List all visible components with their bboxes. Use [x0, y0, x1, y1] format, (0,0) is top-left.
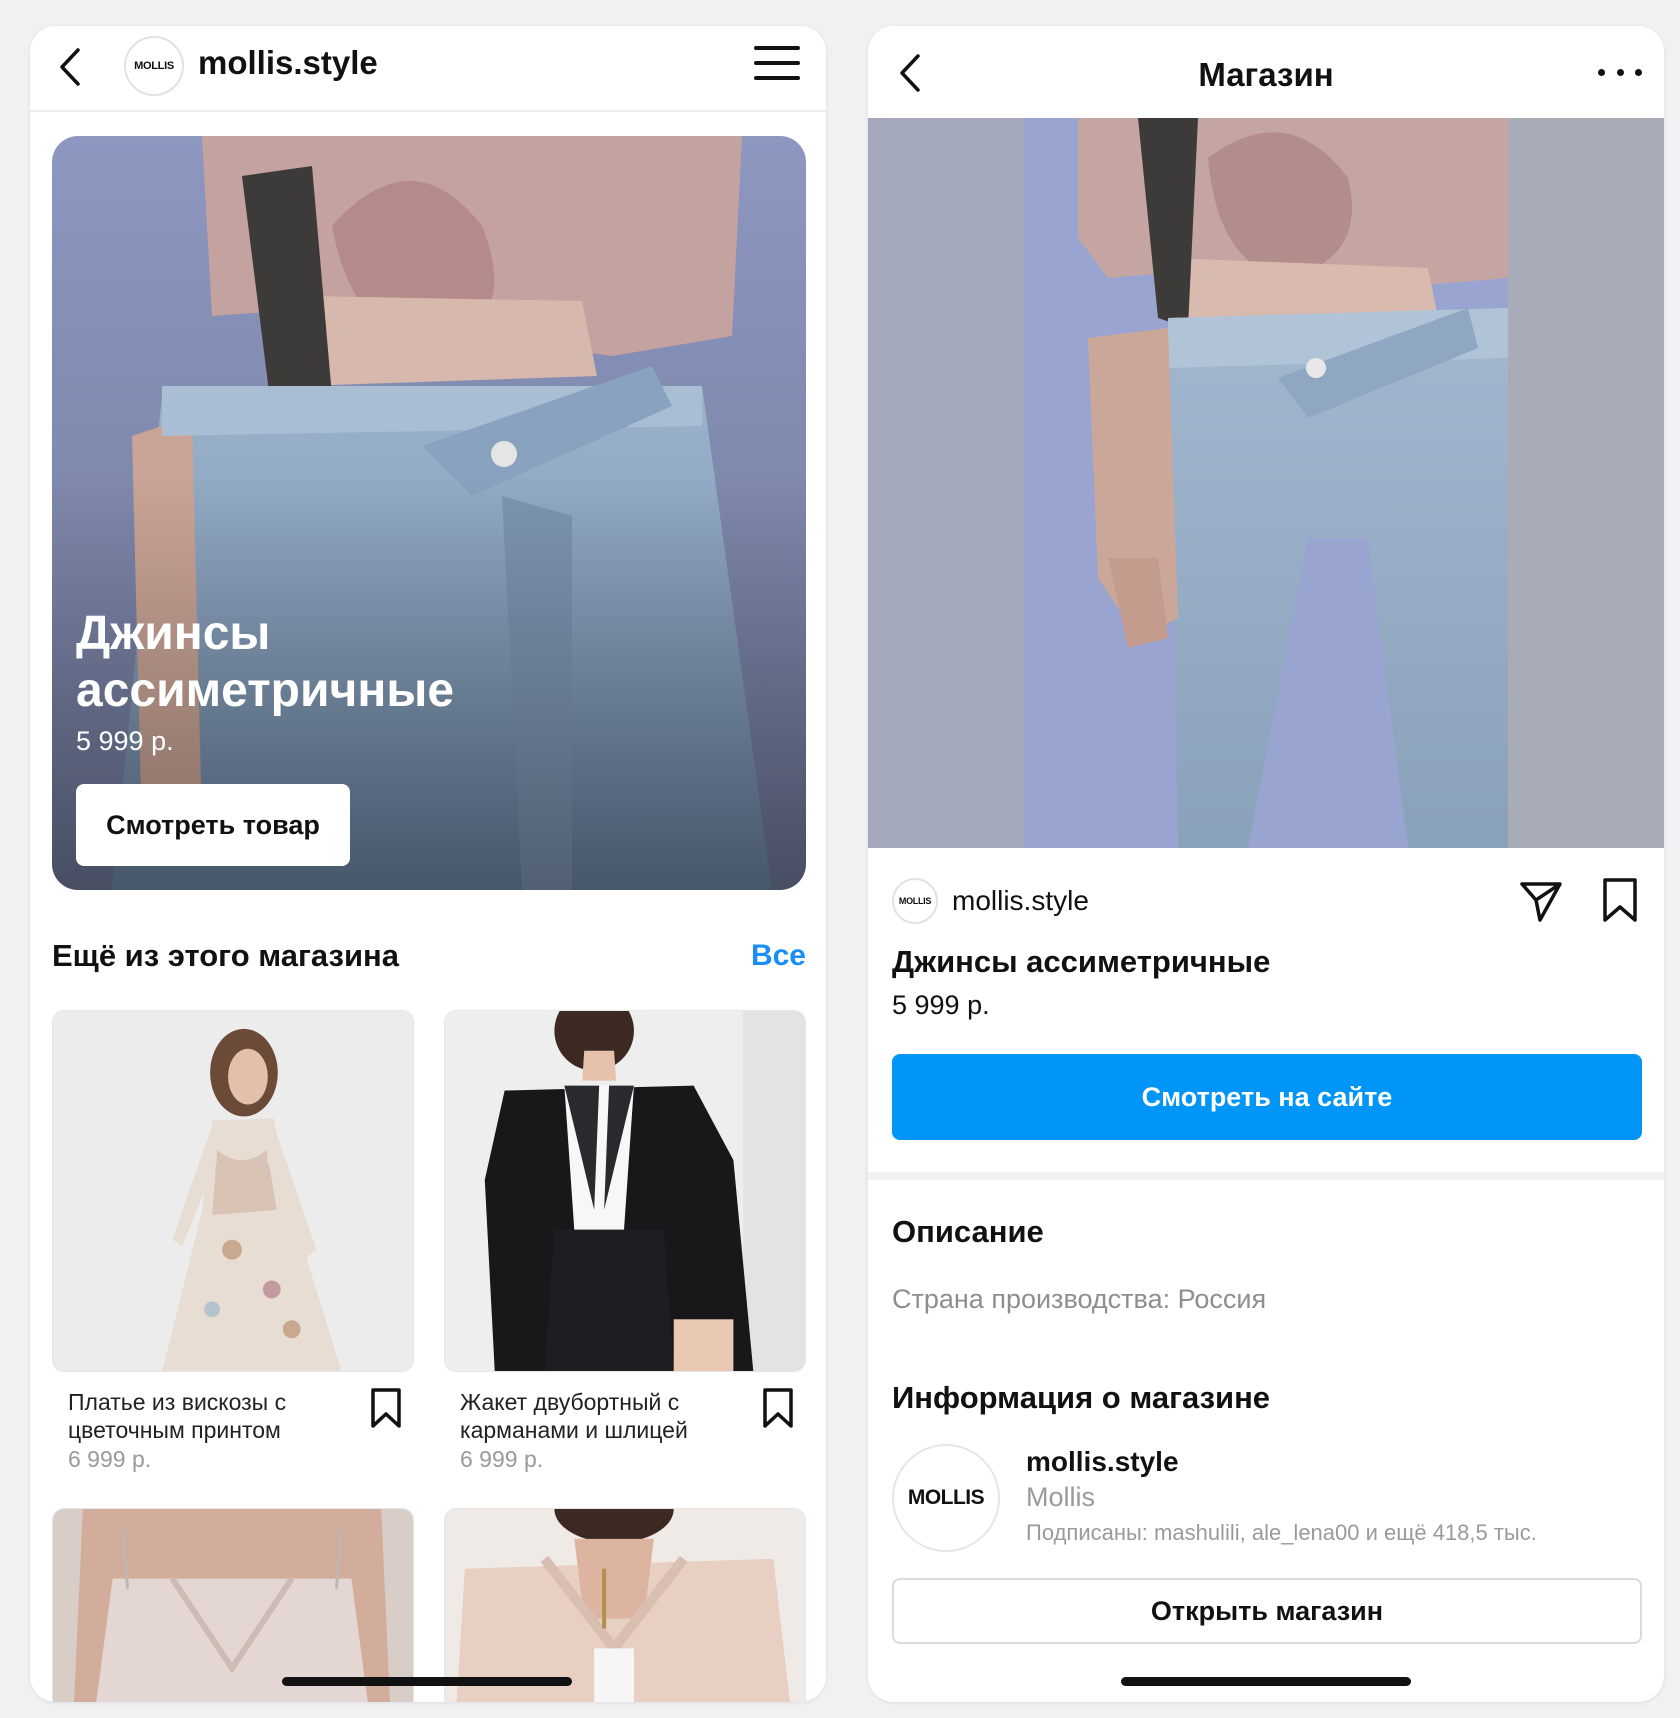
featured-product-price: 5 999 р. [76, 726, 174, 756]
description-text: Страна производства: Россия [892, 1284, 1267, 1314]
product-photo [868, 118, 1664, 848]
product-card-image[interactable] [444, 1010, 806, 1372]
product-title: Джинсы ассиметричные [892, 944, 1271, 979]
product-image[interactable] [868, 118, 1664, 848]
see-all-link[interactable]: Все [751, 939, 806, 973]
view-on-website-button[interactable]: Смотреть на сайте [892, 1054, 1642, 1140]
bookmark-button[interactable] [758, 1386, 798, 1430]
product-price: 6 999 р. [68, 1446, 152, 1472]
home-indicator [282, 1677, 572, 1686]
product-title[interactable]: Жакет двубортный с карманами и шлицей [460, 1388, 760, 1444]
dress-image [53, 1011, 413, 1371]
more-options-button[interactable] [1598, 60, 1642, 84]
shop-avatar[interactable]: MOLLIS [892, 878, 938, 924]
save-button[interactable] [1600, 876, 1640, 924]
page-title: Магазин [1198, 56, 1334, 93]
product-price: 6 999 р. [460, 1446, 544, 1472]
featured-product-image [52, 136, 806, 890]
menu-icon [754, 46, 800, 50]
shop-info-fullname: Mollis [1026, 1482, 1096, 1512]
product-card-image[interactable] [52, 1508, 414, 1702]
top-bar: Магазин [868, 26, 1664, 118]
shop-home-screen: MOLLIS mollis.style Джинсы ассиметричные… [30, 26, 826, 1702]
product-card-image[interactable] [444, 1508, 806, 1702]
bookmark-button[interactable] [366, 1386, 406, 1430]
share-icon [1520, 882, 1562, 922]
back-button[interactable] [50, 42, 90, 92]
top-bar: MOLLIS mollis.style [30, 26, 826, 112]
description-heading: Описание [892, 1214, 1044, 1249]
product-title[interactable]: Платье из вискозы с цветочным принтом [68, 1388, 368, 1444]
satin-top-image [53, 1509, 413, 1702]
product-card-image[interactable] [52, 1010, 414, 1372]
shop-info-heading: Информация о магазине [892, 1380, 1271, 1415]
shop-username[interactable]: mollis.style [952, 885, 1089, 917]
back-icon [60, 48, 80, 86]
product-detail-screen: Магазин MOLLIS mollis.style Джинсы ассим… [868, 26, 1664, 1702]
open-shop-button[interactable]: Открыть магазин [892, 1578, 1642, 1644]
featured-product-card[interactable]: Джинсы ассиметричные 5 999 р. Смотреть т… [52, 136, 806, 890]
featured-product-title: Джинсы ассиметричные [76, 607, 455, 717]
leather-jacket-image [445, 1509, 805, 1702]
bookmark-icon [371, 1388, 401, 1428]
shop-logo[interactable]: MOLLIS [892, 1444, 1000, 1552]
view-product-button[interactable]: Смотреть товар [76, 784, 350, 866]
share-button[interactable] [1518, 878, 1564, 924]
bookmark-icon [1603, 878, 1637, 922]
shop-info-username[interactable]: mollis.style [1026, 1446, 1179, 1478]
blazer-image [445, 1011, 805, 1371]
section-divider [868, 1172, 1664, 1180]
product-price: 5 999 р. [892, 990, 990, 1020]
menu-button[interactable] [754, 46, 800, 82]
shop-avatar[interactable]: MOLLIS [124, 36, 184, 96]
bookmark-icon [763, 1388, 793, 1428]
more-icon [1598, 68, 1605, 76]
more-from-shop-title: Ещё из этого магазина [52, 938, 399, 973]
home-indicator [1121, 1677, 1411, 1686]
shop-username[interactable]: mollis.style [198, 44, 378, 82]
shop-info-followers: Подписаны: mashulili, ale_lena00 и ещё 4… [1026, 1520, 1537, 1545]
